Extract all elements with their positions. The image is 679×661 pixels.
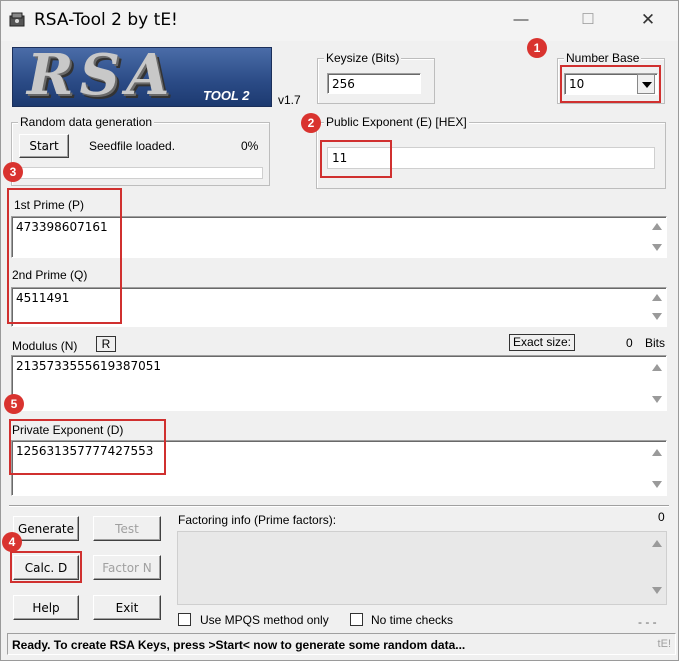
modulus-scrollbar[interactable] [649, 358, 665, 408]
prime-q-scrollbar[interactable] [649, 290, 665, 324]
private-exponent-input[interactable]: 125631357777427553 [11, 440, 667, 496]
prime-p-label: 1st Prime (P) [14, 198, 85, 212]
marker-1: 1 [527, 38, 547, 58]
title-bar: RSA-Tool 2 by tE! — ☐ ✕ [1, 1, 678, 41]
exit-button[interactable]: Exit [93, 595, 161, 620]
app-icon [9, 12, 25, 27]
no-time-checks-checkbox[interactable] [350, 613, 363, 626]
modulus-label: Modulus (N) [12, 339, 78, 353]
maximize-button[interactable]: ☐ [565, 5, 611, 35]
exact-size-value: 0 [626, 336, 633, 350]
rsa-tool-window: RSA-Tool 2 by tE! — ☐ ✕ RSA TOOL 2 v1.7 … [0, 0, 679, 661]
scroll-down-icon[interactable] [652, 244, 662, 251]
prime-p-input[interactable]: 473398607161 [11, 216, 667, 258]
number-base-value: 10 [569, 77, 585, 91]
mpqs-label: Use MPQS method only [200, 613, 329, 627]
scroll-down-icon[interactable] [652, 587, 662, 594]
logo-subtext: TOOL 2 [203, 88, 250, 103]
time-dashes: - - - [638, 615, 657, 629]
scroll-up-icon[interactable] [652, 540, 662, 547]
marker-5: 5 [4, 394, 24, 414]
modulus-input[interactable]: 2135733555619387051 [11, 355, 667, 411]
divider [9, 505, 669, 507]
scroll-up-icon[interactable] [652, 294, 662, 301]
generate-button[interactable]: Generate [13, 516, 79, 541]
marker-3: 3 [3, 162, 23, 182]
status-text: Ready. To create RSA Keys, press >Start<… [12, 638, 466, 652]
private-exponent-label: Private Exponent (D) [12, 423, 124, 437]
scroll-down-icon[interactable] [652, 313, 662, 320]
keysize-label: Keysize (Bits) [324, 51, 402, 65]
version-label: v1.7 [278, 93, 301, 107]
prime-q-label: 2nd Prime (Q) [12, 268, 88, 282]
modulus-r-button[interactable]: R [96, 336, 116, 352]
prime-p-scrollbar[interactable] [649, 219, 665, 255]
rsa-tool-logo: RSA TOOL 2 [12, 47, 272, 107]
mpqs-checkbox[interactable] [178, 613, 191, 626]
prime-q-input[interactable]: 4511491 [11, 287, 667, 327]
scroll-down-icon[interactable] [652, 481, 662, 488]
random-progress-bar [18, 167, 263, 179]
keysize-input[interactable]: 256 [327, 73, 421, 94]
logo-text: RSA [27, 47, 176, 107]
no-time-checks-label: No time checks [371, 613, 454, 627]
close-button[interactable]: ✕ [625, 5, 671, 35]
test-button[interactable]: Test [93, 516, 161, 541]
factoring-info-label: Factoring info (Prime factors): [178, 513, 337, 527]
calc-d-button[interactable]: Calc. D [13, 555, 79, 580]
random-percent: 0% [241, 139, 259, 153]
scroll-up-icon[interactable] [652, 449, 662, 456]
random-data-label: Random data generation [18, 115, 155, 129]
scroll-down-icon[interactable] [652, 396, 662, 403]
status-bar: Ready. To create RSA Keys, press >Start<… [7, 633, 676, 655]
scroll-up-icon[interactable] [652, 364, 662, 371]
factor-n-button[interactable]: Factor N [93, 555, 161, 580]
factoring-info-box[interactable] [177, 531, 667, 605]
public-exponent-label: Public Exponent (E) [HEX] [324, 115, 469, 129]
minimize-button[interactable]: — [498, 5, 544, 35]
private-exponent-scrollbar[interactable] [649, 443, 665, 493]
public-exponent-input[interactable]: 11 [327, 147, 655, 169]
marker-4: 4 [2, 532, 22, 552]
help-button[interactable]: Help [13, 595, 79, 620]
number-base-label: Number Base [564, 51, 642, 65]
seedfile-status: Seedfile loaded. [89, 139, 176, 153]
status-signature: tE! [657, 638, 671, 650]
marker-2: 2 [301, 113, 321, 133]
window-title: RSA-Tool 2 by tE! [34, 10, 178, 30]
start-button[interactable]: Start [19, 134, 69, 158]
bits-label: Bits [645, 336, 666, 350]
factoring-count: 0 [658, 510, 665, 524]
exact-size-label: Exact size: [509, 334, 576, 351]
factoring-scrollbar[interactable] [649, 534, 665, 602]
chevron-down-icon[interactable] [637, 74, 655, 94]
scroll-up-icon[interactable] [652, 223, 662, 230]
